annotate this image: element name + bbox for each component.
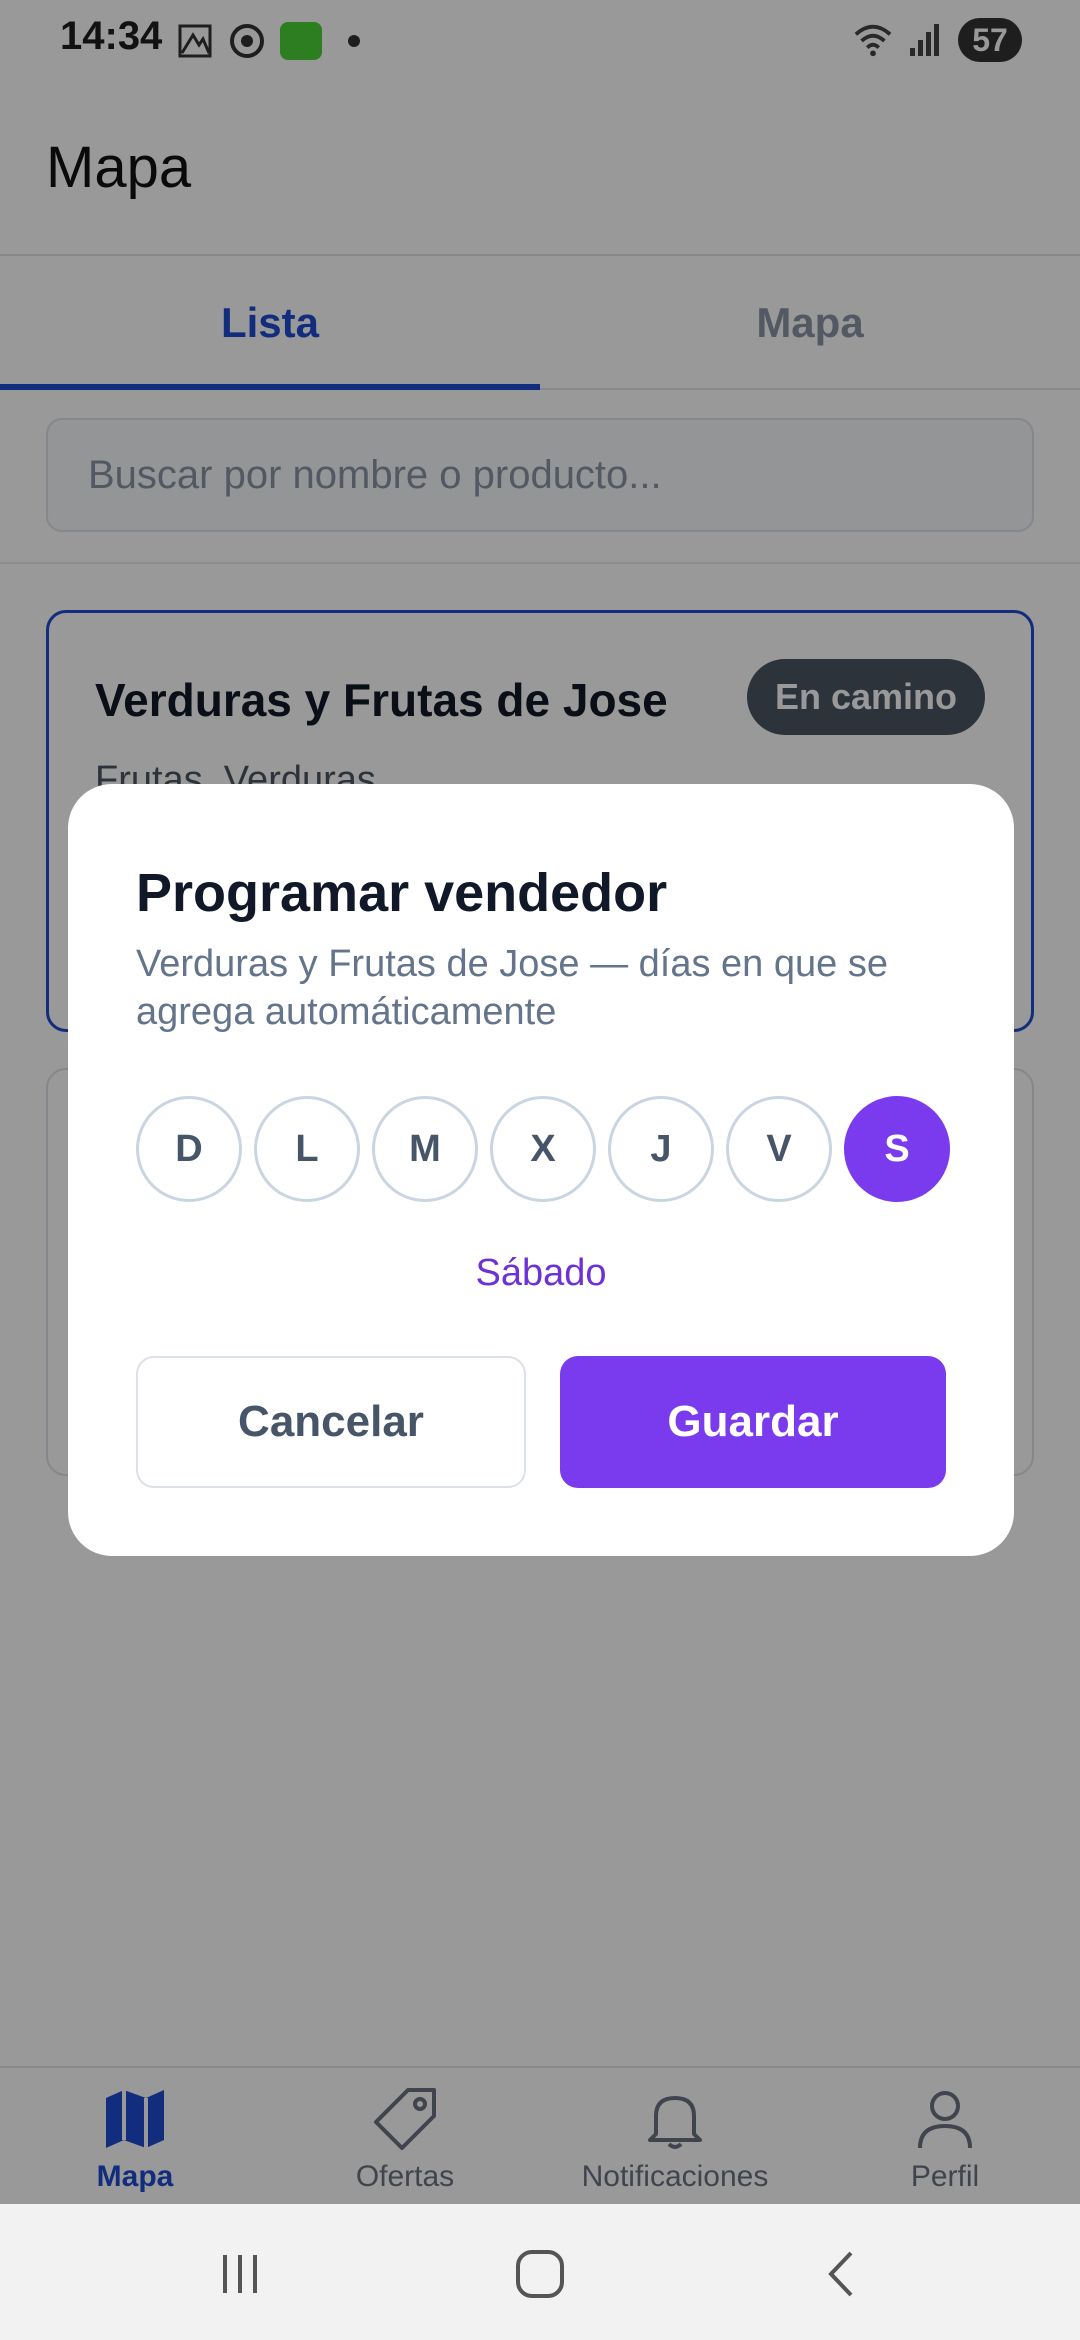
save-button[interactable]: Guardar (560, 1356, 946, 1488)
system-nav-bar (0, 2204, 1080, 2340)
schedule-vendor-dialog: Programar vendedor Verduras y Frutas de … (68, 784, 1014, 1556)
back-icon[interactable] (812, 2244, 872, 2304)
day-button-martes[interactable]: M (372, 1096, 478, 1202)
cancel-button[interactable]: Cancelar (136, 1356, 526, 1488)
screen: 14:34 57 Mapa Lista Mapa Buscar por nomb… (0, 0, 1080, 2340)
day-button-jueves[interactable]: J (608, 1096, 714, 1202)
dialog-subtitle: Verduras y Frutas de Jose — días en que … (136, 943, 888, 1033)
recents-icon[interactable] (210, 2244, 270, 2304)
selected-days-label: Sábado (475, 1252, 607, 1294)
day-button-miercoles[interactable]: X (490, 1096, 596, 1202)
day-selector: D L M X J V S (136, 1096, 950, 1202)
day-button-sabado[interactable]: S (844, 1096, 950, 1202)
day-button-lunes[interactable]: L (254, 1096, 360, 1202)
day-button-viernes[interactable]: V (726, 1096, 832, 1202)
dialog-title: Programar vendedor (136, 863, 668, 923)
day-button-domingo[interactable]: D (136, 1096, 242, 1202)
home-icon[interactable] (510, 2244, 570, 2304)
